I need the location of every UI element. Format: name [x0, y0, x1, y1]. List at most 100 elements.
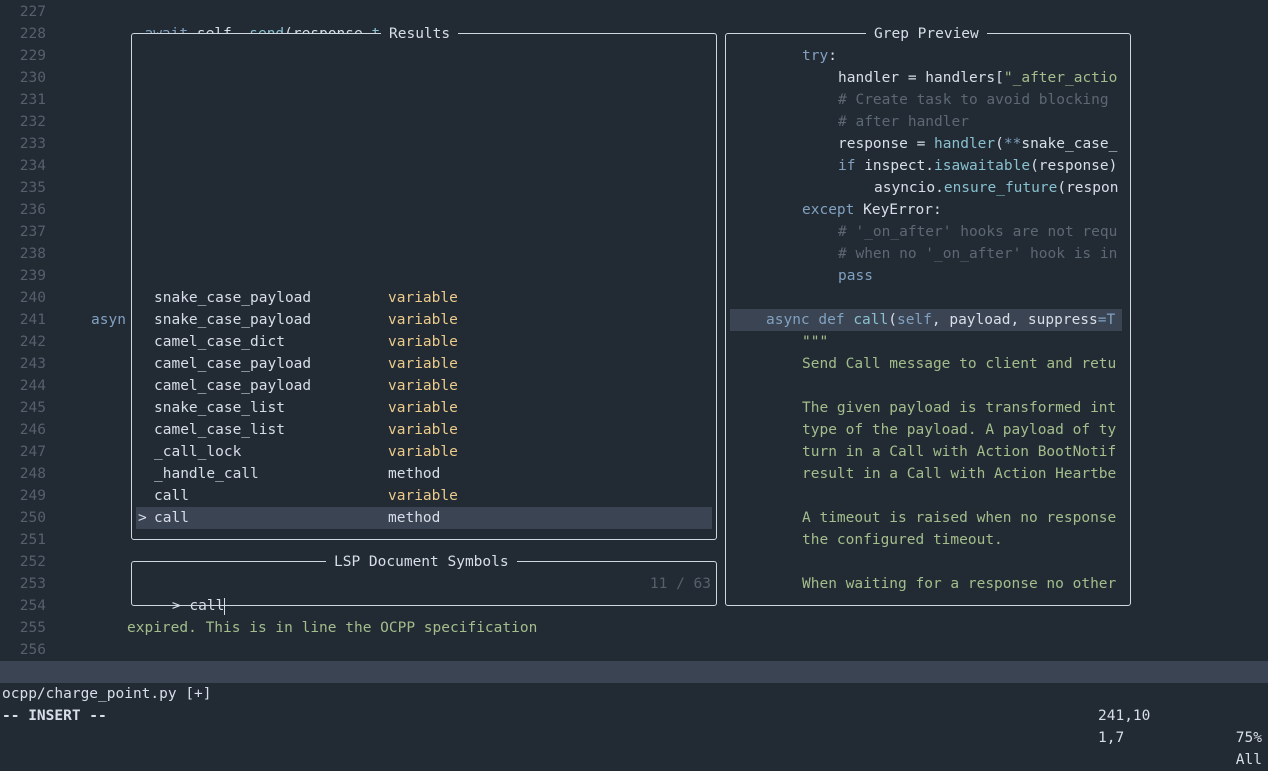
result-item[interactable]: snake_case_payload variable: [136, 287, 712, 309]
line-number: 246: [19, 422, 46, 438]
line-number: 233: [19, 136, 46, 152]
result-symbol-name: call: [154, 510, 189, 526]
results-panel-title: Results: [381, 23, 459, 45]
preview-line: asyncio.ensure_future(respon: [874, 180, 1119, 196]
result-item-selected[interactable]: > call method: [136, 507, 712, 529]
result-item[interactable]: snake_case_payload variable: [136, 309, 712, 331]
preview-line: except KeyError:: [802, 202, 942, 218]
line-number: 242: [19, 334, 46, 350]
prompt-panel-title: LSP Document Symbols: [326, 551, 517, 573]
preview-line: the configured timeout.: [802, 532, 1003, 548]
preview-line: try:: [802, 48, 837, 64]
preview-line: # when no '_on_after' hook is in: [838, 246, 1118, 262]
preview-line: type of the payload. A payload of ty: [802, 422, 1117, 438]
line-number: 254: [19, 598, 46, 614]
result-symbol-kind: variable: [388, 290, 458, 306]
line-number: 244: [19, 378, 46, 394]
result-symbol-kind: variable: [388, 334, 458, 350]
result-symbol-kind: variable: [388, 422, 458, 438]
line-number: 239: [19, 268, 46, 284]
line-number: 231: [19, 92, 46, 108]
result-symbol-name: snake_case_list: [154, 400, 285, 416]
result-item[interactable]: _handle_call method: [136, 463, 712, 485]
result-item[interactable]: camel_case_payload variable: [136, 375, 712, 397]
result-symbol-kind: variable: [388, 488, 458, 504]
line-number: 252: [19, 554, 46, 570]
result-item[interactable]: _call_lock variable: [136, 441, 712, 463]
preview-line: # Create task to avoid blocking: [838, 92, 1118, 108]
line-number: 251: [19, 532, 46, 548]
selection-caret: >: [138, 510, 147, 526]
preview-highlighted-line: async def call(self, payload, suppress=T: [730, 309, 1122, 331]
line-number: 230: [19, 70, 46, 86]
preview-line: pass: [838, 268, 873, 284]
result-item[interactable]: camel_case_dict variable: [136, 331, 712, 353]
result-symbol-name: snake_case_payload: [154, 290, 312, 306]
line-number: 236: [19, 202, 46, 218]
line-number: 228: [19, 26, 46, 42]
result-symbol-name: camel_case_payload: [154, 378, 312, 394]
line-number: 232: [19, 114, 46, 130]
result-item[interactable]: camel_case_payload variable: [136, 353, 712, 375]
preview-content[interactable]: try: handler = handlers["_after_actio # …: [726, 34, 1130, 605]
result-symbol-kind: variable: [388, 356, 458, 372]
preview-line: # after handler: [838, 114, 969, 130]
line-number: 249: [19, 488, 46, 504]
code-line-241-fragment: asyn: [91, 312, 126, 328]
preview-line: """: [802, 334, 829, 350]
result-symbol-name: _handle_call: [154, 466, 259, 482]
line-number: 245: [19, 400, 46, 416]
result-symbol-kind: variable: [388, 378, 458, 394]
result-symbol-name: _call_lock: [154, 444, 242, 460]
line-number: 243: [19, 356, 46, 372]
preview-line: A timeout is raised when no response: [802, 510, 1117, 526]
code-line-227: await self._send(response.to_json()): [127, 1, 458, 42]
result-symbol-kind: variable: [388, 312, 458, 328]
line-number: 227: [19, 4, 46, 20]
line-number: 253: [19, 576, 46, 592]
line-number: 238: [19, 246, 46, 262]
command-line[interactable]: -- INSERT -- 1,7 All: [0, 683, 1268, 768]
preview-line: # '_on_after' hooks are not requ: [838, 224, 1118, 240]
text-cursor: [224, 597, 226, 615]
prompt-panel: LSP Document Symbols > call 11 / 63: [131, 551, 717, 615]
result-symbol-kind: method: [388, 510, 441, 526]
statusline-percent: 75%: [1235, 730, 1262, 746]
line-number: 248: [19, 466, 46, 482]
result-item[interactable]: camel_case_list variable: [136, 419, 712, 441]
command-scope: All: [1235, 752, 1262, 768]
prompt-caret: >: [171, 598, 181, 614]
preview-line: The given payload is transformed int: [802, 400, 1117, 416]
preview-line: Send Call message to client and retu: [802, 356, 1117, 372]
preview-line: turn in a Call with Action BootNotif: [802, 444, 1117, 460]
result-symbol-name: call: [154, 488, 189, 504]
line-number: 237: [19, 224, 46, 240]
result-symbol-kind: variable: [388, 444, 458, 460]
command-position: 1,7: [1098, 730, 1125, 746]
statusline: ocpp/charge_point.py [+] 241,10 75%: [0, 661, 1268, 746]
line-number: 255: [19, 620, 46, 636]
mode-indicator: -- INSERT --: [2, 708, 107, 724]
result-item[interactable]: call variable: [136, 485, 712, 507]
result-symbol-name: camel_case_list: [154, 422, 285, 438]
result-symbol-kind: variable: [388, 400, 458, 416]
search-input[interactable]: > call: [137, 573, 226, 615]
code-line-255: expired. This is in line the OCPP specif…: [127, 620, 538, 636]
statusline-position: 241,10: [1098, 708, 1151, 724]
line-number: 241: [19, 312, 46, 328]
search-query[interactable]: call: [189, 598, 224, 614]
result-item[interactable]: snake_case_list variable: [136, 397, 712, 419]
preview-panel: Grep Preview try: handler = handlers["_a…: [725, 23, 1131, 606]
result-symbol-kind: method: [388, 466, 441, 482]
line-number: 256: [19, 642, 46, 658]
line-number: 229: [19, 48, 46, 64]
match-count: 11 / 63: [649, 576, 711, 592]
line-number: 240: [19, 290, 46, 306]
preview-line: response = handler(**snake_case_: [838, 136, 1118, 152]
result-symbol-name: camel_case_payload: [154, 356, 312, 372]
preview-line: if inspect.isawaitable(response): [838, 158, 1118, 174]
results-panel: Results snake_case_payload variable snake_…: [131, 23, 717, 540]
result-symbol-name: camel_case_dict: [154, 334, 285, 350]
line-number: 247: [19, 444, 46, 460]
line-number: 235: [19, 180, 46, 196]
